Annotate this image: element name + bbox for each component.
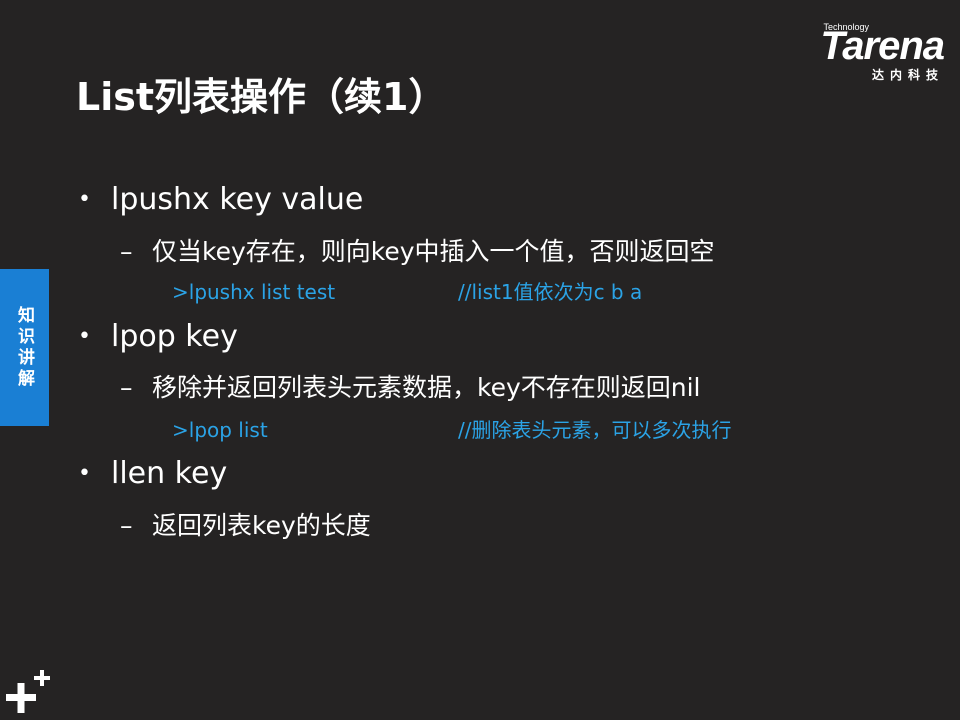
command-heading: lpop key <box>111 319 238 354</box>
code-example: >lpop list <box>172 418 268 442</box>
code-comment: //删除表头元素，可以多次执行 <box>458 418 732 442</box>
command-heading: llen key <box>111 456 228 491</box>
sub-dash: – <box>120 373 133 402</box>
code-comment: //list1值依次为c b a <box>458 280 643 304</box>
sub-dash: – <box>120 237 133 266</box>
bullet-dot: • <box>78 461 91 486</box>
slide-title: List列表操作（续1） <box>76 75 447 119</box>
tarena-logo: Technology Tarena 达内科技 <box>774 22 945 82</box>
sub-dash: – <box>120 511 133 540</box>
bullet-dot: • <box>78 324 91 349</box>
logo-chinese-label: 达内科技 <box>871 68 944 82</box>
section-tab: 知识讲解 <box>0 269 49 426</box>
command-description: 移除并返回列表头元素数据，key不存在则返回nil <box>152 373 701 402</box>
bullet-dot: • <box>78 187 91 212</box>
logo-wordmark: Tarena <box>820 24 945 68</box>
section-tab-label: 知识讲解 <box>14 305 34 390</box>
plus-mark-icon <box>6 670 52 714</box>
code-example: >lpushx list test <box>172 280 336 304</box>
command-description: 仅当key存在，则向key中插入一个值，否则返回空 <box>152 237 715 266</box>
command-description: 返回列表key的长度 <box>152 511 371 540</box>
command-heading: lpushx key value <box>111 182 364 217</box>
